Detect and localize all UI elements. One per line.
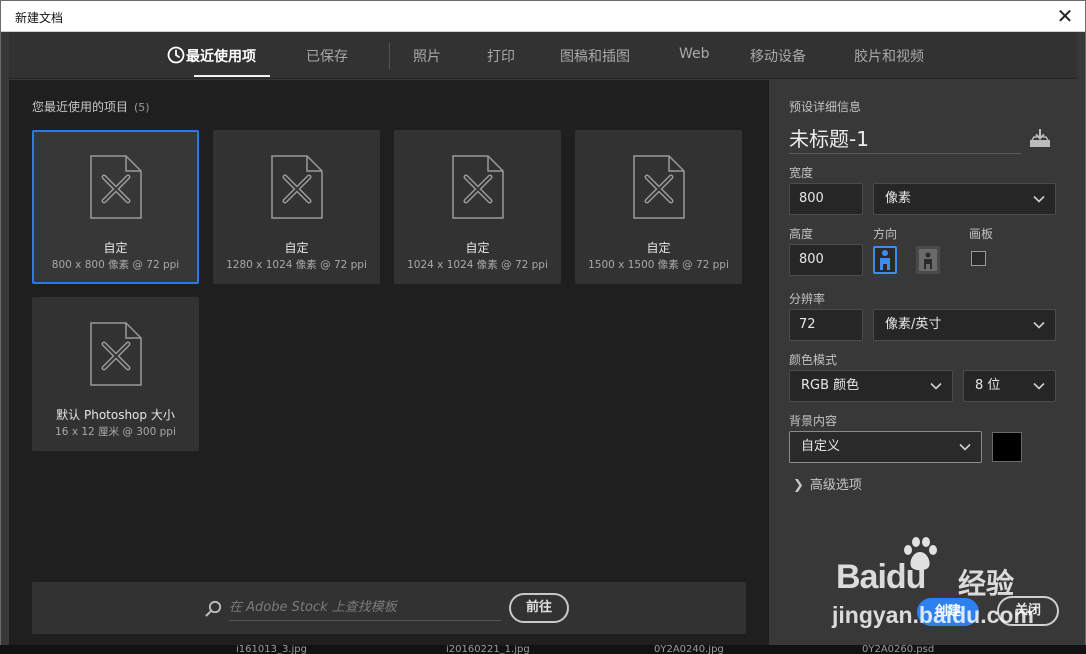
recent-item-card[interactable]: 自定 1280 x 1024 像素 @ 72 ppi <box>213 130 380 284</box>
document-preset-icon <box>452 155 504 219</box>
orientation-label: 方向 <box>873 227 898 241</box>
stock-search-input[interactable] <box>229 595 501 619</box>
bit-depth-select[interactable]: 8 位 <box>963 370 1056 402</box>
recent-item-name: 默认 Photoshop 大小 <box>56 408 175 422</box>
document-preset-icon <box>633 155 685 219</box>
width-label: 宽度 <box>789 166 814 180</box>
stock-search-bar: 前往 <box>32 582 746 634</box>
tab-divider <box>389 43 390 69</box>
desktop-file: 0Y2A0240.jpg <box>654 645 724 654</box>
recent-item-name: 自定 <box>284 241 309 255</box>
height-input[interactable]: 800 <box>789 244 863 276</box>
category-tabs: 最近使用项 已保存 照片 打印 图稿和插图 Web 移动设备 胶片和视频 <box>9 32 1077 79</box>
window-title: 新建文档 <box>15 11 64 25</box>
background-label: 背景内容 <box>789 414 838 428</box>
recent-item-card[interactable]: 自定 800 x 800 像素 @ 72 ppi <box>32 130 199 284</box>
background-contents-select[interactable]: 自定义 <box>789 431 982 463</box>
window-close-button[interactable]: ✕ <box>1053 3 1077 29</box>
tab-art-illustration[interactable]: 图稿和插图 <box>560 46 630 66</box>
recent-item-size: 16 x 12 厘米 @ 300 ppi <box>55 426 176 438</box>
search-icon <box>205 600 222 617</box>
tab-saved[interactable]: 已保存 <box>306 46 348 66</box>
recent-items-pane: 您最近使用的项目 (5) 自定 800 x 800 像素 @ 72 ppi 自定 … <box>9 80 769 646</box>
color-mode-label: 颜色模式 <box>789 353 838 367</box>
width-input[interactable]: 800 <box>789 183 863 215</box>
background-contents-value: 自定义 <box>801 439 841 454</box>
document-name-field[interactable]: 未标题-1 <box>789 126 1021 154</box>
desktop-file-strip: i161013_3.jpg i20160221_1.jpg 0Y2A0240.j… <box>0 645 1086 654</box>
chevron-right-icon: ❯ <box>793 478 804 493</box>
recent-count: (5) <box>134 101 150 114</box>
tab-recent[interactable]: 最近使用项 <box>186 46 256 66</box>
resolution-unit-select[interactable]: 像素/英寸 <box>873 309 1056 341</box>
recent-heading-label: 您最近使用的项目 <box>32 100 129 114</box>
recent-item-card[interactable]: 自定 1500 x 1500 像素 @ 72 ppi <box>575 130 742 284</box>
chevron-down-icon <box>959 443 971 451</box>
portrait-icon <box>880 250 890 270</box>
portrait-orientation-button[interactable] <box>873 246 897 274</box>
document-preset-icon <box>90 322 142 386</box>
chevron-down-icon <box>1033 382 1045 390</box>
recent-item-size: 800 x 800 像素 @ 72 ppi <box>51 259 180 271</box>
document-preset-icon <box>271 155 323 219</box>
color-mode-value: RGB 颜色 <box>801 378 860 393</box>
tab-print[interactable]: 打印 <box>487 46 515 66</box>
artboard-label: 画板 <box>969 227 994 241</box>
chevron-down-icon <box>1033 321 1045 329</box>
recent-item-size: 1280 x 1024 像素 @ 72 ppi <box>226 259 367 271</box>
tab-film-video[interactable]: 胶片和视频 <box>854 46 924 66</box>
title-bar: 新建文档 ✕ <box>1 1 1085 32</box>
advanced-options-label: 高级选项 <box>809 478 862 493</box>
recent-item-card[interactable]: 自定 1024 x 1024 像素 @ 72 ppi <box>394 130 561 284</box>
tab-web[interactable]: Web <box>679 46 710 62</box>
width-unit-select[interactable]: 像素 <box>873 183 1056 215</box>
resolution-input[interactable]: 72 <box>789 309 863 341</box>
desktop-file: i161013_3.jpg <box>236 645 307 654</box>
artboard-checkbox[interactable] <box>971 251 986 266</box>
tab-mobile[interactable]: 移动设备 <box>750 46 806 66</box>
recent-item-size: 1500 x 1500 像素 @ 72 ppi <box>588 259 729 271</box>
width-unit-value: 像素 <box>885 191 912 206</box>
go-button[interactable]: 前往 <box>509 593 569 623</box>
close-button[interactable]: 关闭 <box>997 596 1059 626</box>
create-button[interactable]: 创建 <box>917 598 979 626</box>
height-label: 高度 <box>789 227 814 241</box>
landscape-orientation-button[interactable] <box>916 246 940 274</box>
recent-heading: 您最近使用的项目 (5) <box>32 98 150 115</box>
desktop-file: 0Y2A0260.psd <box>862 645 935 654</box>
preset-details-pane: 预设详细信息 未标题-1 宽度 800 像素 高度 800 方向 画板 分辨率 … <box>771 80 1077 646</box>
desktop-file: i20160221_1.jpg <box>446 645 530 654</box>
clock-icon <box>167 46 185 64</box>
chevron-down-icon <box>930 382 942 390</box>
landscape-icon <box>919 249 937 271</box>
new-document-dialog: 新建文档 ✕ 最近使用项 已保存 照片 打印 图稿和插图 Web 移动设备 胶片… <box>0 0 1086 654</box>
chevron-down-icon <box>1033 195 1045 203</box>
bit-depth-value: 8 位 <box>975 378 1001 393</box>
advanced-options-toggle[interactable]: ❯ 高级选项 <box>793 474 862 493</box>
background-color-swatch[interactable] <box>992 432 1022 462</box>
document-preset-icon <box>90 155 142 219</box>
stock-search-field <box>229 595 501 621</box>
tab-photo[interactable]: 照片 <box>413 46 441 66</box>
save-preset-icon[interactable] <box>1029 128 1051 148</box>
recent-item-card[interactable]: 默认 Photoshop 大小 16 x 12 厘米 @ 300 ppi <box>32 297 199 451</box>
color-mode-select[interactable]: RGB 颜色 <box>789 370 953 402</box>
resolution-unit-value: 像素/英寸 <box>885 317 942 332</box>
resolution-label: 分辨率 <box>789 292 826 306</box>
recent-item-name: 自定 <box>103 241 128 255</box>
recent-item-name: 自定 <box>646 241 671 255</box>
recent-item-size: 1024 x 1024 像素 @ 72 ppi <box>407 259 548 271</box>
active-tab-underline <box>194 75 270 77</box>
recent-item-name: 自定 <box>465 241 490 255</box>
preset-details-heading: 预设详细信息 <box>789 100 862 114</box>
